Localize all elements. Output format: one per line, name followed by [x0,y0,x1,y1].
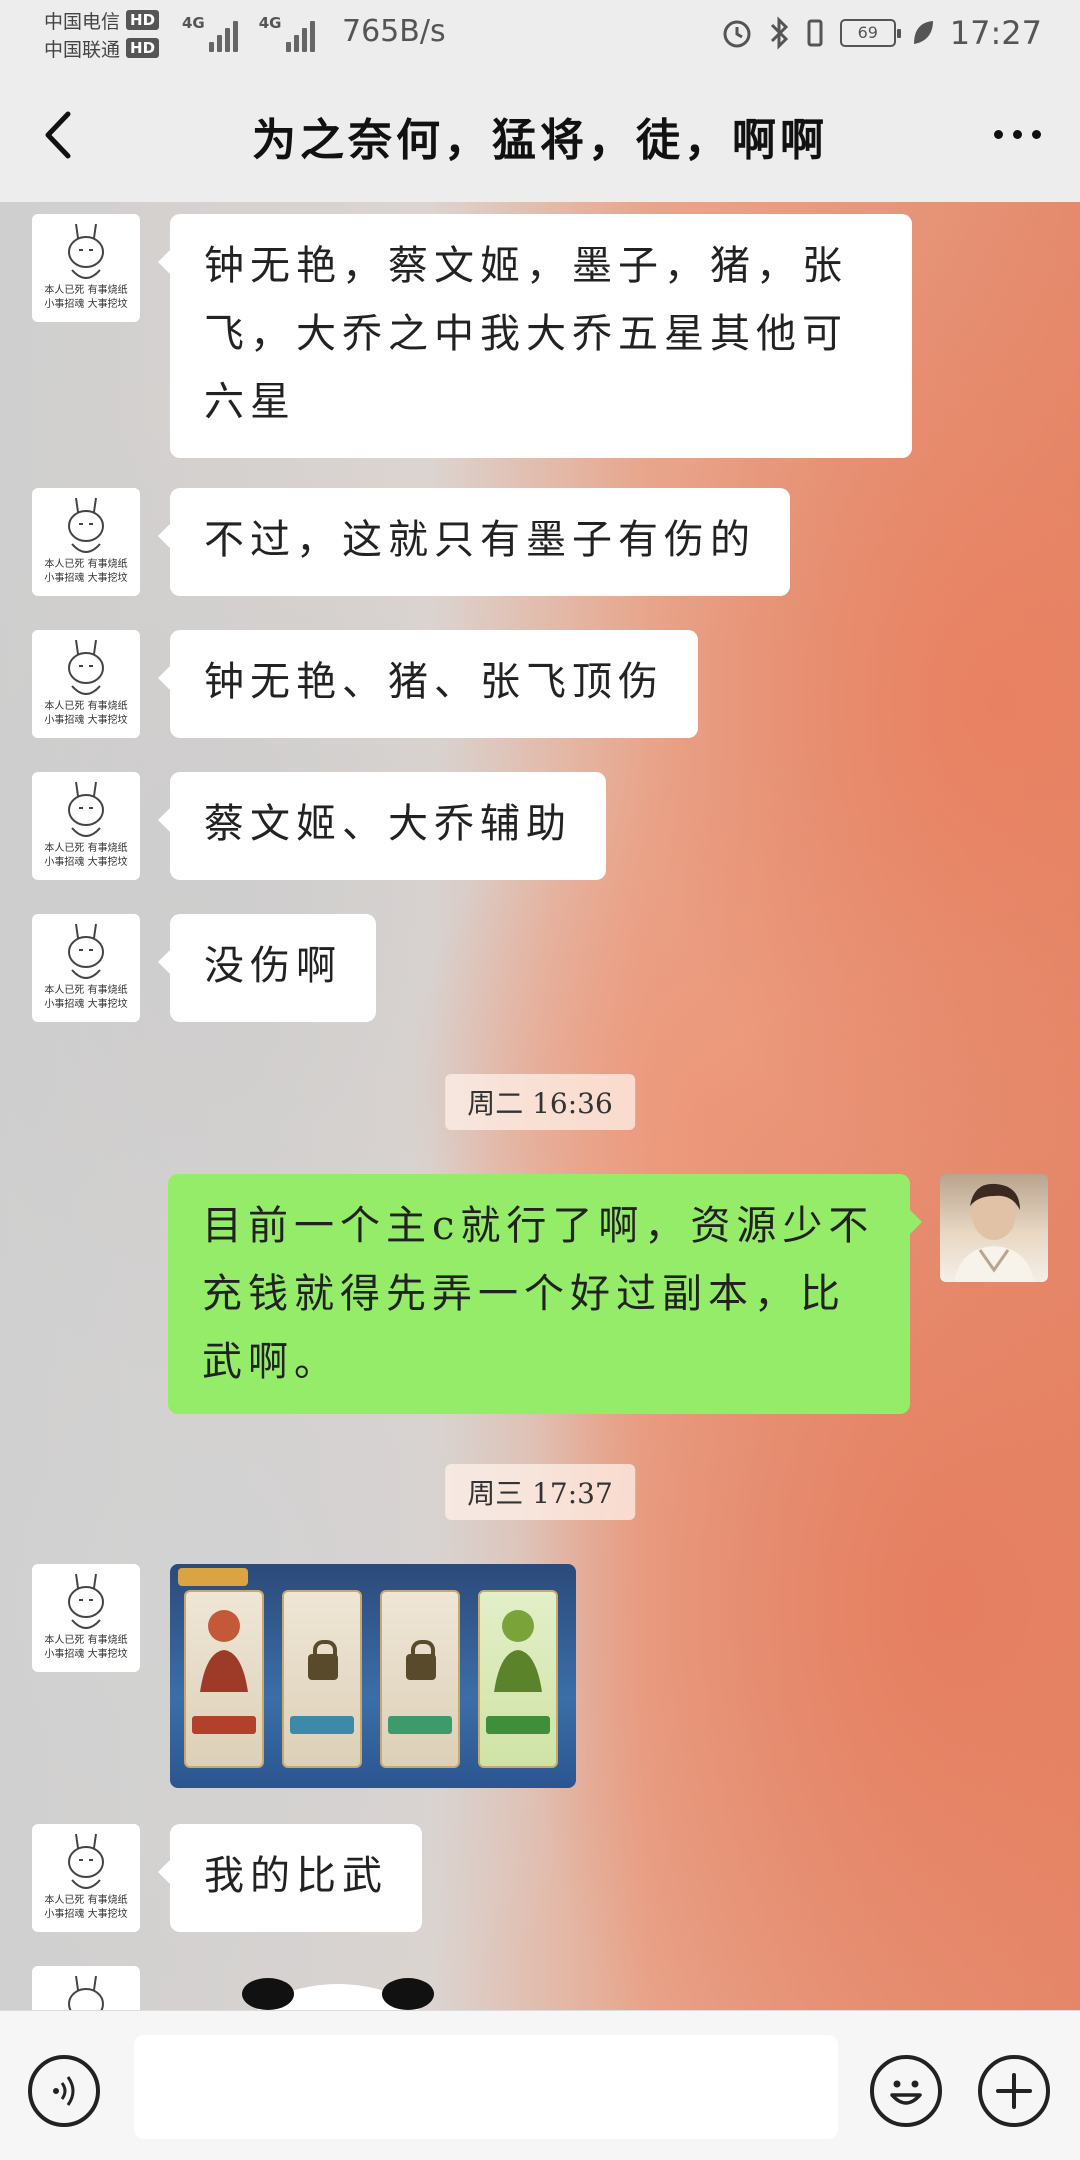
message-bubble-self[interactable]: 目前一个主c就行了啊，资源少不充钱就得先弄一个好过副本，比武啊。 [168,1174,922,1414]
chat-messages[interactable]: 本人已死 有事烧纸 小事招魂 大事挖坟 钟无艳，蔡文姬，墨子，猪，张飞，大乔之中我… [0,202,1080,2010]
avatar[interactable]: 本人已死 有事烧纸 小事招魂 大事挖坟 [32,914,140,1022]
rabbit-icon [68,497,104,553]
carrier-info: 中国电信 HD 中国联通 HD [44,6,184,62]
voice-icon [53,2076,75,2106]
hero-icon [200,1610,248,1692]
game-card [184,1590,264,1768]
clock: 17:27 [949,14,1042,52]
avatar[interactable]: 本人已死 有事烧纸 小事招魂 大事挖坟 [32,772,140,880]
avatar[interactable] [32,1966,140,2010]
back-button[interactable] [28,102,94,168]
network-speed: 765B/s [342,14,446,49]
hero-icon [494,1610,542,1692]
plus-icon [996,2073,1032,2109]
timestamp: 周二 16:36 [445,1074,635,1130]
input-bar [0,2010,1080,2160]
lock-icon [406,1640,436,1680]
game-tab [178,1568,248,1586]
message-input[interactable] [134,2035,838,2139]
user-photo-icon [954,1183,1034,1282]
chat-header: 为之奈何，猛将，徒，啊啊 [0,68,1080,202]
alarm-icon [723,20,751,48]
plus-button[interactable] [978,2055,1050,2127]
avatar[interactable]: 本人已死 有事烧纸 小事招魂 大事挖坟 [32,1564,140,1672]
message-bubble[interactable]: 钟无艳，蔡文姬，墨子，猪，张飞，大乔之中我大乔五星其他可六星 [158,214,912,458]
hd-badge: HD [126,38,160,58]
rabbit-icon [68,1573,104,1629]
message-bubble[interactable]: 钟无艳、猪、张飞顶伤 [158,630,698,738]
game-card-locked [282,1590,362,1768]
message-bubble[interactable]: 蔡文姬、大乔辅助 [158,772,606,880]
rabbit-icon [68,639,104,695]
message-bubble[interactable]: 不过，这就只有墨子有伤的 [158,488,790,596]
bluetooth-icon [770,16,788,50]
image-message[interactable] [170,1564,576,1788]
game-card-locked [380,1590,460,1768]
game-card [478,1590,558,1768]
signal-indicators: 4G 4G [182,14,318,52]
more-dots-icon [993,129,1003,139]
lock-icon [308,1640,338,1680]
rabbit-icon [68,923,104,979]
status-icons: 69 17:27 [720,14,1042,52]
carrier-1: 中国电信 [44,10,121,33]
battery-icon: 69 [839,19,901,47]
rabbit-icon [68,1975,104,2010]
rabbit-icon [68,1833,104,1889]
rabbit-icon [68,781,104,837]
emoji-button[interactable] [870,2055,942,2127]
panda-sticker-icon[interactable] [228,1970,448,2010]
carrier-2: 中国联通 [44,38,121,61]
chevron-left-icon [45,111,71,159]
avatar[interactable]: 本人已死 有事烧纸 小事招魂 大事挖坟 [32,1824,140,1932]
signal-icon: 4G [182,14,241,52]
message-bubble[interactable]: 没伤啊 [158,914,376,1022]
timestamp: 周三 17:37 [445,1464,635,1520]
voice-button[interactable] [28,2055,100,2127]
more-button[interactable] [982,104,1052,164]
avatar-self[interactable] [940,1174,1048,1282]
hd-badge: HD [126,10,160,30]
avatar[interactable]: 本人已死 有事烧纸 小事招魂 大事挖坟 [32,488,140,596]
status-bar: 中国电信 HD 中国联通 HD 4G 4G 765B/s 69 17:27 [0,0,1080,68]
chat-title: 为之奈何，猛将，徒，啊啊 [252,115,828,166]
emoji-icon [890,2080,922,2105]
vibrate-icon [807,19,823,47]
avatar[interactable]: 本人已死 有事烧纸 小事招魂 大事挖坟 [32,630,140,738]
avatar[interactable]: 本人已死 有事烧纸 小事招魂 大事挖坟 [32,214,140,322]
message-bubble[interactable]: 我的比武 [158,1824,422,1932]
signal-icon: 4G [259,14,318,52]
leaf-icon [913,21,933,44]
rabbit-icon [68,223,104,279]
